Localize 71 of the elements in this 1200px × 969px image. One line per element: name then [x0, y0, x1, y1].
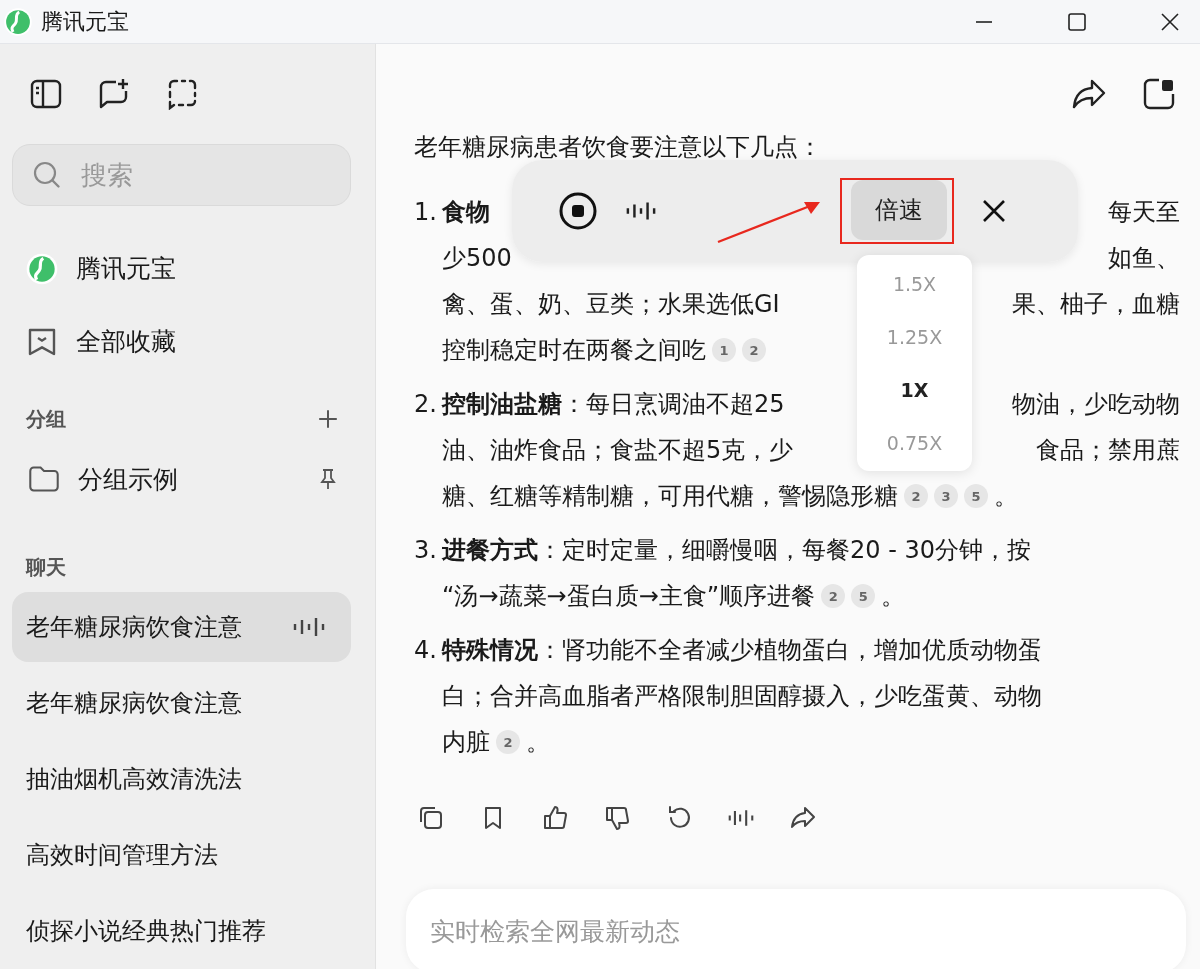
message-text: 控制稳定时在两餐之间吃: [442, 335, 706, 366]
section-title: 分组: [26, 405, 66, 433]
message-text: 油、油炸食品；食盐不超5克，少: [442, 435, 794, 466]
message-text: 每天至: [1108, 197, 1180, 228]
copy-icon[interactable]: [418, 805, 444, 831]
message-text: 白；合并高血脂者严格限制胆固醇摄入，少吃蛋黄、动物: [442, 681, 1042, 712]
refresh-icon[interactable]: [666, 805, 692, 831]
stop-icon[interactable]: [558, 191, 598, 231]
message-text: 控制油盐糖：每日烹调油不超25: [442, 389, 785, 420]
list-number: 4.: [414, 635, 438, 666]
message-text: 进餐方式：定时定量，细嚼慢咽，每餐20 - 30分钟，按: [442, 535, 1031, 566]
message-text: 物油，少吃动物: [1012, 389, 1180, 420]
message-text: 食物: [442, 197, 490, 228]
list-number: 3.: [414, 535, 438, 566]
citation-badge[interactable]: 5: [964, 484, 988, 508]
citation-badge[interactable]: 5: [851, 584, 876, 608]
citation-badge[interactable]: 2: [496, 730, 520, 754]
new-chat-icon[interactable]: [98, 78, 130, 110]
nav-item[interactable]: 全部收藏: [0, 305, 375, 378]
speed-option[interactable]: 1X: [857, 363, 972, 416]
group-item[interactable]: 分组示例: [28, 462, 339, 496]
speed-option[interactable]: 0.75X: [857, 416, 972, 469]
pin-icon[interactable]: [317, 468, 339, 490]
chat-item[interactable]: 抽油烟机高效清洗法: [12, 744, 351, 814]
citation-badge[interactable]: 2: [904, 484, 928, 508]
close-icon[interactable]: [982, 199, 1006, 223]
share-icon[interactable]: [1072, 78, 1106, 110]
message-text: 糖、红糖等精制糖，可用代糖，警惕隐形糖: [442, 481, 898, 512]
citation-badge[interactable]: 3: [934, 484, 958, 508]
message-text: 特殊情况：肾功能不全者减少植物蛋白，增加优质动物蛋: [442, 635, 1042, 666]
speed-option[interactable]: 1.25X: [857, 310, 972, 363]
message-text: 老年糖尿病患者饮食要注意以下几点：: [414, 132, 823, 162]
window-title: 腾讯元宝: [41, 7, 129, 36]
maximize-icon[interactable]: [1067, 11, 1087, 32]
chat-item[interactable]: 老年糖尿病饮食注意: [12, 592, 351, 662]
section-title: 聊天: [26, 553, 66, 581]
nav-item[interactable]: 腾讯元宝: [0, 232, 375, 305]
chat-item[interactable]: 老年糖尿病饮食注意: [12, 668, 351, 738]
speed-option[interactable]: 1.5X: [857, 257, 972, 310]
message-text: 少500: [442, 243, 512, 274]
chat-item[interactable]: 高效时间管理方法: [12, 820, 351, 890]
list-number: 1.: [414, 197, 438, 228]
window-icon[interactable]: [1142, 78, 1176, 110]
waveform-icon[interactable]: [626, 201, 656, 221]
search-icon: [32, 160, 62, 190]
message-text: 内脏: [442, 727, 490, 758]
message-text: 食品；禁用蔗: [1036, 435, 1180, 466]
waveform-icon: [293, 617, 325, 637]
message-input[interactable]: 实时检索全网最新动态: [406, 889, 1186, 969]
message-text: 。: [526, 727, 550, 758]
search-field[interactable]: 搜索: [12, 144, 351, 206]
citation-badge[interactable]: 1: [712, 338, 736, 362]
message-text: “汤→蔬菜→蛋白质→主食”顺序进餐: [442, 581, 816, 612]
message-text: 禽、蛋、奶、豆类；水果选低GI: [442, 289, 780, 320]
message-text: 。: [881, 581, 906, 612]
chat-item[interactable]: 侦探小说经典热门推荐: [12, 896, 351, 966]
app-logo-icon: [26, 252, 58, 285]
sidebar-toggle-icon[interactable]: [30, 78, 62, 110]
message-text: 。: [994, 481, 1018, 512]
speed-button[interactable]: 倍速: [851, 180, 947, 240]
message-text: 如鱼、: [1108, 243, 1180, 274]
add-icon[interactable]: [317, 408, 339, 430]
citation-badge[interactable]: 2: [742, 338, 766, 362]
close-icon[interactable]: [1160, 11, 1180, 32]
thumbs-down-icon[interactable]: [604, 805, 630, 831]
list-number: 2.: [414, 389, 438, 420]
app-logo-icon: [3, 6, 33, 37]
message-text: 果、柚子，血糖: [1012, 289, 1180, 320]
citation-badge[interactable]: 2: [821, 584, 846, 608]
share-icon[interactable]: [790, 805, 816, 831]
thumbs-up-icon[interactable]: [542, 805, 568, 831]
